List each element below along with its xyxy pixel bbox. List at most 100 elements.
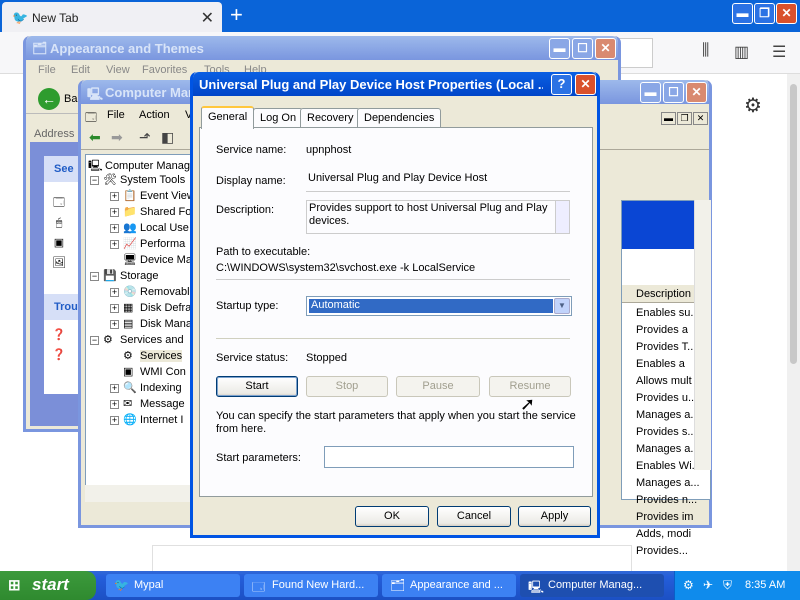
expand-toggle[interactable]: +: [110, 207, 119, 217]
apply-button[interactable]: Apply: [518, 506, 591, 527]
menu-file[interactable]: File: [38, 64, 56, 76]
service-description-cell[interactable]: Manages a...: [636, 477, 700, 489]
sidebar-icon[interactable]: ▥: [734, 42, 749, 62]
service-description-cell[interactable]: Provides im: [636, 511, 693, 523]
service-description-cell[interactable]: Adds, modi: [636, 528, 691, 540]
mdi-minimize-button[interactable]: ▬: [661, 112, 676, 125]
path-field[interactable]: C:\WINDOWS\system32\svchost.exe -k Local…: [216, 262, 570, 280]
appearance-titlebar[interactable]: 🗂 Appearance and Themes ▬ ☐ ✕: [26, 36, 618, 60]
task-mypal[interactable]: 🐦 Mypal: [106, 574, 240, 597]
browser-scrollbar[interactable]: [787, 74, 800, 571]
expand-toggle[interactable]: +: [110, 399, 119, 409]
mdi-restore-button[interactable]: ❐: [677, 112, 692, 125]
service-description-cell[interactable]: Allows mult: [636, 375, 692, 387]
tree-item[interactable]: + 📈 Performa: [110, 237, 185, 253]
help-button[interactable]: ?: [551, 74, 572, 95]
help-icon[interactable]: ❓: [52, 328, 66, 342]
expand-toggle[interactable]: +: [110, 239, 119, 249]
taskbar-icon[interactable]: ▣: [52, 236, 66, 250]
tree-item[interactable]: 🖳 Computer Manag: [88, 157, 190, 173]
tree-horizontal-scrollbar[interactable]: [85, 485, 193, 502]
appearance-close-button[interactable]: ✕: [595, 38, 616, 59]
help-icon[interactable]: ❓: [52, 348, 66, 362]
gear-icon[interactable]: ⚙: [744, 93, 762, 118]
tab-dependencies[interactable]: Dependencies: [357, 108, 442, 128]
tree-item[interactable]: ▣ WMI Con: [110, 365, 186, 381]
ok-button[interactable]: OK: [355, 506, 429, 527]
tree-item[interactable]: 🖥 Device Ma: [110, 253, 192, 269]
expand-toggle[interactable]: +: [110, 303, 119, 313]
browser-close-button[interactable]: ✕: [776, 3, 797, 24]
pause-button[interactable]: Pause: [396, 376, 480, 397]
clock[interactable]: 8:35 AM: [745, 579, 785, 591]
tree-item[interactable]: + ✉ Message: [110, 397, 185, 413]
browser-maximize-button[interactable]: ❐: [754, 3, 775, 24]
expand-toggle[interactable]: −: [90, 335, 99, 345]
back-arrow-icon[interactable]: ⬅: [89, 129, 101, 146]
expand-toggle[interactable]: −: [90, 175, 99, 185]
up-folder-icon[interactable]: ⬏: [139, 129, 151, 146]
expand-toggle[interactable]: +: [110, 287, 119, 297]
start-button[interactable]: Start: [216, 376, 298, 397]
service-description-cell[interactable]: Provides T...: [636, 341, 696, 353]
browser-tab[interactable]: 🐦 New Tab ✕: [2, 2, 222, 32]
browser-minimize-button[interactable]: ▬: [732, 3, 753, 24]
description-scrollbar[interactable]: [555, 201, 569, 233]
start-button-taskbar[interactable]: ⊞ start: [0, 571, 96, 600]
tab-general[interactable]: General: [201, 106, 255, 129]
cancel-button[interactable]: Cancel: [437, 506, 511, 527]
service-description-cell[interactable]: Manages a...: [636, 409, 700, 421]
task-appearance-themes[interactable]: 🗂 Appearance and ...: [382, 574, 516, 597]
tree-item[interactable]: − ⚙ Services and: [90, 333, 184, 349]
console-tree[interactable]: 🖳 Computer Manag − 🛠 System Tools + 📋 Event Vie…: [85, 154, 193, 502]
service-description-cell[interactable]: Provides s...: [636, 426, 697, 438]
task-computer-management[interactable]: 🖳 Computer Manag...: [520, 574, 664, 597]
expand-toggle[interactable]: −: [90, 271, 99, 281]
security-shield-icon[interactable]: ⛨: [723, 578, 732, 593]
services-vertical-scrollbar[interactable]: [694, 200, 711, 470]
library-icon[interactable]: ⫼: [702, 42, 709, 60]
mdi-close-button[interactable]: ✕: [693, 112, 708, 125]
props-close-button[interactable]: ✕: [575, 74, 596, 95]
service-description-cell[interactable]: Enables su...: [636, 307, 700, 319]
tree-item[interactable]: + 🌐 Internet I: [110, 413, 183, 429]
props-titlebar[interactable]: Universal Plug and Play Device Host Prop…: [193, 72, 597, 96]
menu-view[interactable]: View: [106, 64, 130, 76]
menu-file[interactable]: File: [107, 109, 125, 121]
display-icon[interactable]: 🗔: [52, 196, 66, 210]
service-description-cell[interactable]: Enables Wi...: [636, 460, 701, 472]
service-description-cell[interactable]: Provides u...: [636, 392, 697, 404]
startup-type-select[interactable]: Automatic ▼: [306, 296, 572, 316]
expand-toggle[interactable]: +: [110, 191, 119, 201]
network-icon[interactable]: ⚙: [683, 578, 694, 592]
tree-item[interactable]: + ▤ Disk Mana: [110, 317, 192, 333]
tree-item[interactable]: + 🔍 Indexing: [110, 381, 182, 397]
display-name-field[interactable]: Universal Plug and Play Device Host: [306, 170, 570, 192]
tree-item[interactable]: + ▦ Disk Defra: [110, 301, 191, 317]
appearance-maximize-button[interactable]: ☐: [572, 38, 593, 59]
task-found-new-hardware[interactable]: 🗔 Found New Hard...: [244, 574, 378, 597]
compmgmt-minimize-button[interactable]: ▬: [640, 82, 661, 103]
volume-icon[interactable]: ✈: [703, 578, 713, 592]
tab-recovery[interactable]: Recovery: [300, 108, 361, 128]
tree-item[interactable]: ⚙ Services: [110, 349, 183, 365]
desktop-icon[interactable]: 🖼: [52, 256, 66, 270]
start-params-input[interactable]: [324, 446, 574, 468]
expand-toggle[interactable]: +: [110, 415, 119, 425]
compmgmt-maximize-button[interactable]: ☐: [663, 82, 684, 103]
back-arrow-icon[interactable]: ←: [38, 88, 60, 110]
tree-item[interactable]: + 💿 Removabl: [110, 285, 190, 301]
stop-button[interactable]: Stop: [306, 376, 388, 397]
service-description-cell[interactable]: Provides n...: [636, 494, 697, 506]
show-hide-tree-icon[interactable]: ◧: [161, 129, 174, 146]
service-description-cell[interactable]: Enables a: [636, 358, 685, 370]
tree-item[interactable]: + 📋 Event View: [110, 189, 192, 205]
tab-close-icon[interactable]: ✕: [201, 8, 214, 28]
chevron-down-icon[interactable]: ▼: [554, 298, 570, 314]
expand-toggle[interactable]: +: [110, 383, 119, 393]
expand-toggle[interactable]: +: [110, 319, 119, 329]
tab-log-on[interactable]: Log On: [253, 108, 304, 128]
menu-action[interactable]: Action: [139, 109, 170, 121]
menu-icon[interactable]: ☰: [772, 42, 786, 62]
mouse-icon[interactable]: 🖱: [52, 216, 66, 230]
